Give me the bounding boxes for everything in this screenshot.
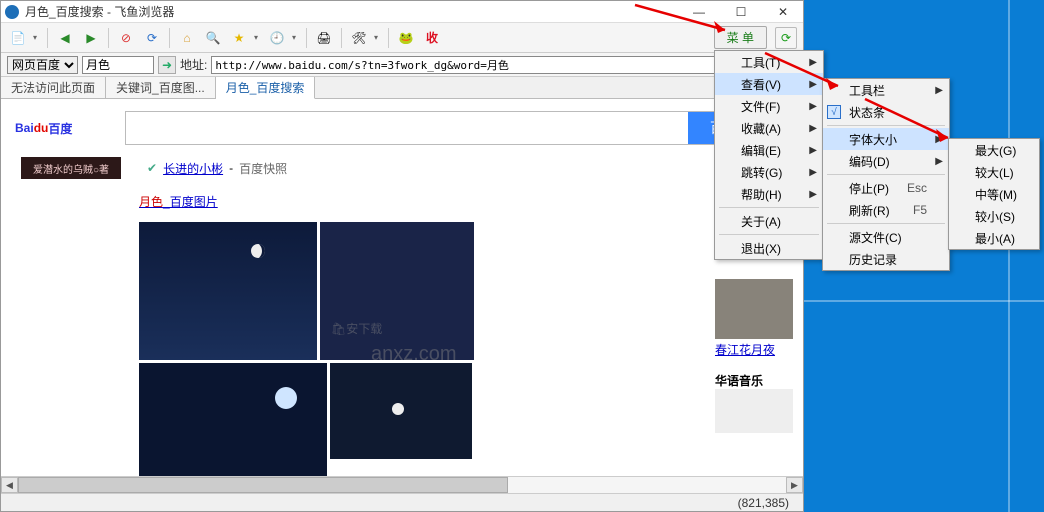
cache-link[interactable]: 百度快照 — [239, 160, 287, 177]
menu-item[interactable]: 较小(S) — [949, 205, 1039, 227]
window-title: 月色_百度搜索 - 飞鱼浏览器 — [25, 3, 687, 20]
menu-item[interactable]: 跳转(G)▶ — [715, 161, 823, 183]
menu-item[interactable]: 工具栏▶ — [823, 79, 949, 101]
statusbar: (821,385) — [1, 493, 803, 511]
print-icon[interactable]: 🖨 — [313, 27, 335, 49]
result-thumb: 爱潜水的乌贼○著 — [21, 157, 121, 179]
image-result[interactable] — [139, 222, 317, 360]
menu-item[interactable]: 停止(P)Esc — [823, 177, 949, 199]
verify-icon: ✔ — [147, 161, 157, 175]
titlebar: 月色_百度搜索 - 飞鱼浏览器 — ☐ ✕ — [1, 1, 803, 23]
tab-images[interactable]: 关键词_百度图... — [106, 77, 216, 98]
collect-icon[interactable]: 收 — [421, 27, 443, 49]
tab-strip: 无法访问此页面 关键词_百度图... 月色_百度搜索 ✕ ▾ — [1, 77, 803, 99]
baidu-search-input[interactable] — [126, 112, 688, 144]
tab-error[interactable]: 无法访问此页面 — [1, 77, 106, 98]
address-label: 地址: — [180, 56, 207, 73]
url-input[interactable] — [211, 56, 797, 74]
addressbar: 网页百度 ➜ 地址: — [1, 53, 803, 77]
menu-item[interactable]: 查看(V)▶ — [715, 73, 823, 95]
menu-item[interactable]: 收藏(A)▶ — [715, 117, 823, 139]
music-thumb[interactable] — [715, 389, 793, 433]
menu-item[interactable]: 中等(M) — [949, 183, 1039, 205]
main-menu: 工具(T)▶查看(V)▶文件(F)▶收藏(A)▶编辑(E)▶跳转(G)▶帮助(H… — [714, 50, 824, 260]
go-button[interactable]: ➜ — [158, 56, 176, 74]
menu-item[interactable]: 工具(T)▶ — [715, 51, 823, 73]
page-content: Baidu百度 百度一下 爱潜水的乌贼○著 ✔ 长进的小彬 - 百度快照 月色_… — [1, 99, 803, 499]
menu-item[interactable]: 编辑(E)▶ — [715, 139, 823, 161]
image-grid — [1, 216, 541, 499]
new-tab-icon[interactable]: 📄 — [7, 27, 29, 49]
menu-item[interactable]: 最大(G) — [949, 139, 1039, 161]
baidu-searchbox: 百度一下 — [125, 111, 789, 145]
cursor-coords: (821,385) — [738, 496, 789, 510]
menu-item[interactable]: 字体大小▶ — [823, 128, 949, 150]
desktop-decoration — [804, 300, 1044, 302]
menu-item[interactable]: 刷新(R)F5 — [823, 199, 949, 221]
scroll-thumb[interactable] — [18, 477, 508, 493]
refresh-icon[interactable]: ⟳ — [141, 27, 163, 49]
menu-item[interactable]: 帮助(H)▶ — [715, 183, 823, 205]
desktop-decoration — [1008, 0, 1010, 512]
favorites-icon[interactable]: ★ — [228, 27, 250, 49]
maximize-button[interactable]: ☐ — [729, 3, 753, 21]
menu-item[interactable]: 历史记录 — [823, 248, 949, 270]
related-sidebar: 春江花月夜 华语音乐 — [715, 279, 793, 435]
images-section-link[interactable]: 月色_百度图片 — [139, 195, 218, 209]
related-link[interactable]: 春江花月夜 — [715, 341, 793, 358]
tools-icon[interactable]: 🛠 — [348, 27, 370, 49]
menu-item[interactable]: 较大(L) — [949, 161, 1039, 183]
menu-item[interactable]: 关于(A) — [715, 210, 823, 232]
menu-item[interactable]: 最小(A) — [949, 227, 1039, 249]
toolbar: 📄▾ ◀ ▶ ⊘ ⟳ ⌂ 🔍 ★▾ 🕘▾ 🖨 🛠▾ 🐸 收 菜 单 ⟳ — [1, 23, 803, 53]
menu-item[interactable]: 文件(F)▶ — [715, 95, 823, 117]
baidu-logo: Baidu百度 — [15, 112, 115, 144]
source-link[interactable]: 长进的小彬 — [163, 160, 223, 177]
font-size-submenu: 最大(G)较大(L)中等(M)较小(S)最小(A) — [948, 138, 1040, 250]
back-icon[interactable]: ◀ — [54, 27, 76, 49]
stop-icon[interactable]: ⊘ — [115, 27, 137, 49]
menu-item[interactable]: 编码(D)▶ — [823, 150, 949, 172]
home-icon[interactable]: ⌂ — [176, 27, 198, 49]
menu-item[interactable]: 源文件(C) — [823, 226, 949, 248]
keyword-input[interactable] — [82, 56, 154, 74]
search-icon[interactable]: 🔍 — [202, 27, 224, 49]
menu-button[interactable]: 菜 单 — [714, 26, 767, 49]
menu-item[interactable]: 退出(X) — [715, 237, 823, 259]
search-engine-select[interactable]: 网页百度 — [7, 56, 78, 74]
image-result[interactable] — [330, 363, 472, 459]
menu-item[interactable]: √状态条 — [823, 101, 949, 123]
tab-search-active[interactable]: 月色_百度搜索 — [216, 77, 316, 99]
scroll-left-arrow[interactable]: ◀ — [1, 477, 18, 493]
reload-button[interactable]: ⟳ — [775, 27, 797, 49]
mascot-icon[interactable]: 🐸 — [395, 27, 417, 49]
forward-icon[interactable]: ▶ — [80, 27, 102, 49]
history-icon[interactable]: 🕘 — [266, 27, 288, 49]
horizontal-scrollbar[interactable]: ◀ ▶ — [1, 476, 803, 493]
minimize-button[interactable]: — — [687, 3, 711, 21]
browser-window: 月色_百度搜索 - 飞鱼浏览器 — ☐ ✕ 📄▾ ◀ ▶ ⊘ ⟳ ⌂ 🔍 ★▾ … — [0, 0, 804, 512]
music-heading: 华语音乐 — [715, 372, 793, 389]
close-button[interactable]: ✕ — [771, 3, 795, 21]
scroll-right-arrow[interactable]: ▶ — [786, 477, 803, 493]
related-thumb[interactable] — [715, 279, 793, 339]
image-result[interactable] — [320, 222, 474, 360]
app-icon — [5, 5, 19, 19]
view-submenu: 工具栏▶√状态条字体大小▶编码(D)▶ 停止(P)Esc刷新(R)F5 源文件(C)… — [822, 78, 950, 271]
